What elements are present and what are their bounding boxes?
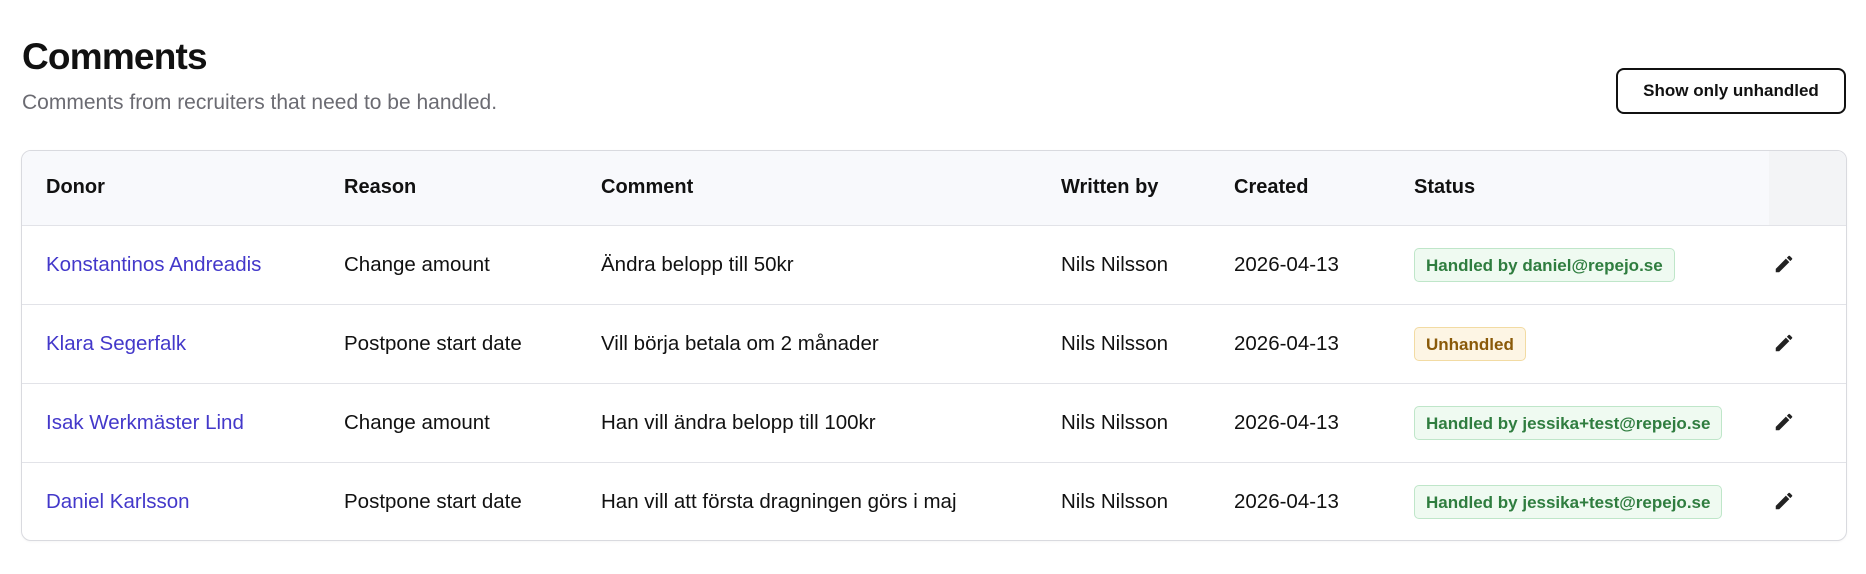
- column-header-status: Status: [1390, 151, 1769, 226]
- reason-cell: Change amount: [344, 252, 490, 276]
- comment-cell: Han vill ändra belopp till 100kr: [577, 382, 1037, 462]
- status-badge: Unhandled: [1414, 326, 1526, 361]
- edit-button[interactable]: [1769, 486, 1799, 516]
- written-by-cell: Nils Nilsson: [1061, 252, 1169, 276]
- comment-cell: Ändra belopp till 50kr: [601, 252, 794, 276]
- comment-cell: Han vill att första dragningen görs i ma…: [577, 461, 1037, 540]
- status-badge: Handled by daniel@repejo.se: [1414, 247, 1675, 282]
- edit-button[interactable]: [1769, 407, 1799, 437]
- written-by-cell: Nils Nilsson: [1037, 303, 1210, 383]
- donor-link[interactable]: Klara Segerfalk: [46, 332, 186, 355]
- status-badge: Handled by jessika+test@repejo.se: [1414, 405, 1723, 440]
- comments-page: Comments Comments from recruiters that n…: [0, 0, 1866, 574]
- reason-cell: Change amount: [320, 382, 577, 462]
- pencil-icon: [1775, 334, 1793, 351]
- created-cell: 2026-04-13: [1234, 252, 1339, 276]
- table-header-row: Donor Reason Comment Written by Created …: [22, 151, 1846, 226]
- comments-table-card: Donor Reason Comment Written by Created …: [21, 150, 1847, 541]
- table-row: Isak Werkmäster Lind Change amount Han v…: [22, 382, 1846, 462]
- reason-cell: Postpone start date: [320, 461, 577, 540]
- comment-cell: Vill börja betala om 2 månader: [577, 303, 1037, 383]
- created-cell: 2026-04-13: [1210, 461, 1390, 540]
- donor-link[interactable]: Isak Werkmäster Lind: [46, 411, 244, 434]
- written-by-cell: Nils Nilsson: [1037, 461, 1210, 540]
- comments-table: Donor Reason Comment Written by Created …: [22, 151, 1846, 540]
- donor-link[interactable]: Konstantinos Andreadis: [46, 253, 261, 276]
- pencil-icon: [1775, 255, 1793, 272]
- column-header-created: Created: [1210, 151, 1390, 226]
- page-title: Comments: [22, 36, 208, 77]
- column-header-actions: [1769, 151, 1846, 226]
- pencil-icon: [1775, 492, 1793, 509]
- show-only-unhandled-button[interactable]: Show only unhandled: [1616, 68, 1846, 114]
- created-cell: 2026-04-13: [1210, 303, 1390, 383]
- page-subtitle: Comments from recruiters that need to be…: [22, 91, 498, 114]
- status-badge: Handled by jessika+test@repejo.se: [1414, 484, 1723, 519]
- edit-button[interactable]: [1769, 249, 1799, 279]
- written-by-cell: Nils Nilsson: [1037, 382, 1210, 462]
- reason-cell: Postpone start date: [320, 303, 577, 383]
- created-cell: 2026-04-13: [1210, 382, 1390, 462]
- table-row: Konstantinos Andreadis Change amount Änd…: [22, 225, 1846, 304]
- table-row: Klara Segerfalk Postpone start date Vill…: [22, 303, 1846, 383]
- pencil-icon: [1775, 413, 1793, 430]
- table-row: Daniel Karlsson Postpone start date Han …: [22, 461, 1846, 540]
- edit-button[interactable]: [1769, 328, 1799, 358]
- page-header: Comments Comments from recruiters that n…: [22, 34, 497, 116]
- donor-link[interactable]: Daniel Karlsson: [46, 490, 190, 513]
- column-header-comment: Comment: [577, 151, 1037, 226]
- column-header-donor: Donor: [22, 151, 320, 226]
- column-header-reason: Reason: [320, 151, 577, 226]
- column-header-written-by: Written by: [1037, 151, 1210, 226]
